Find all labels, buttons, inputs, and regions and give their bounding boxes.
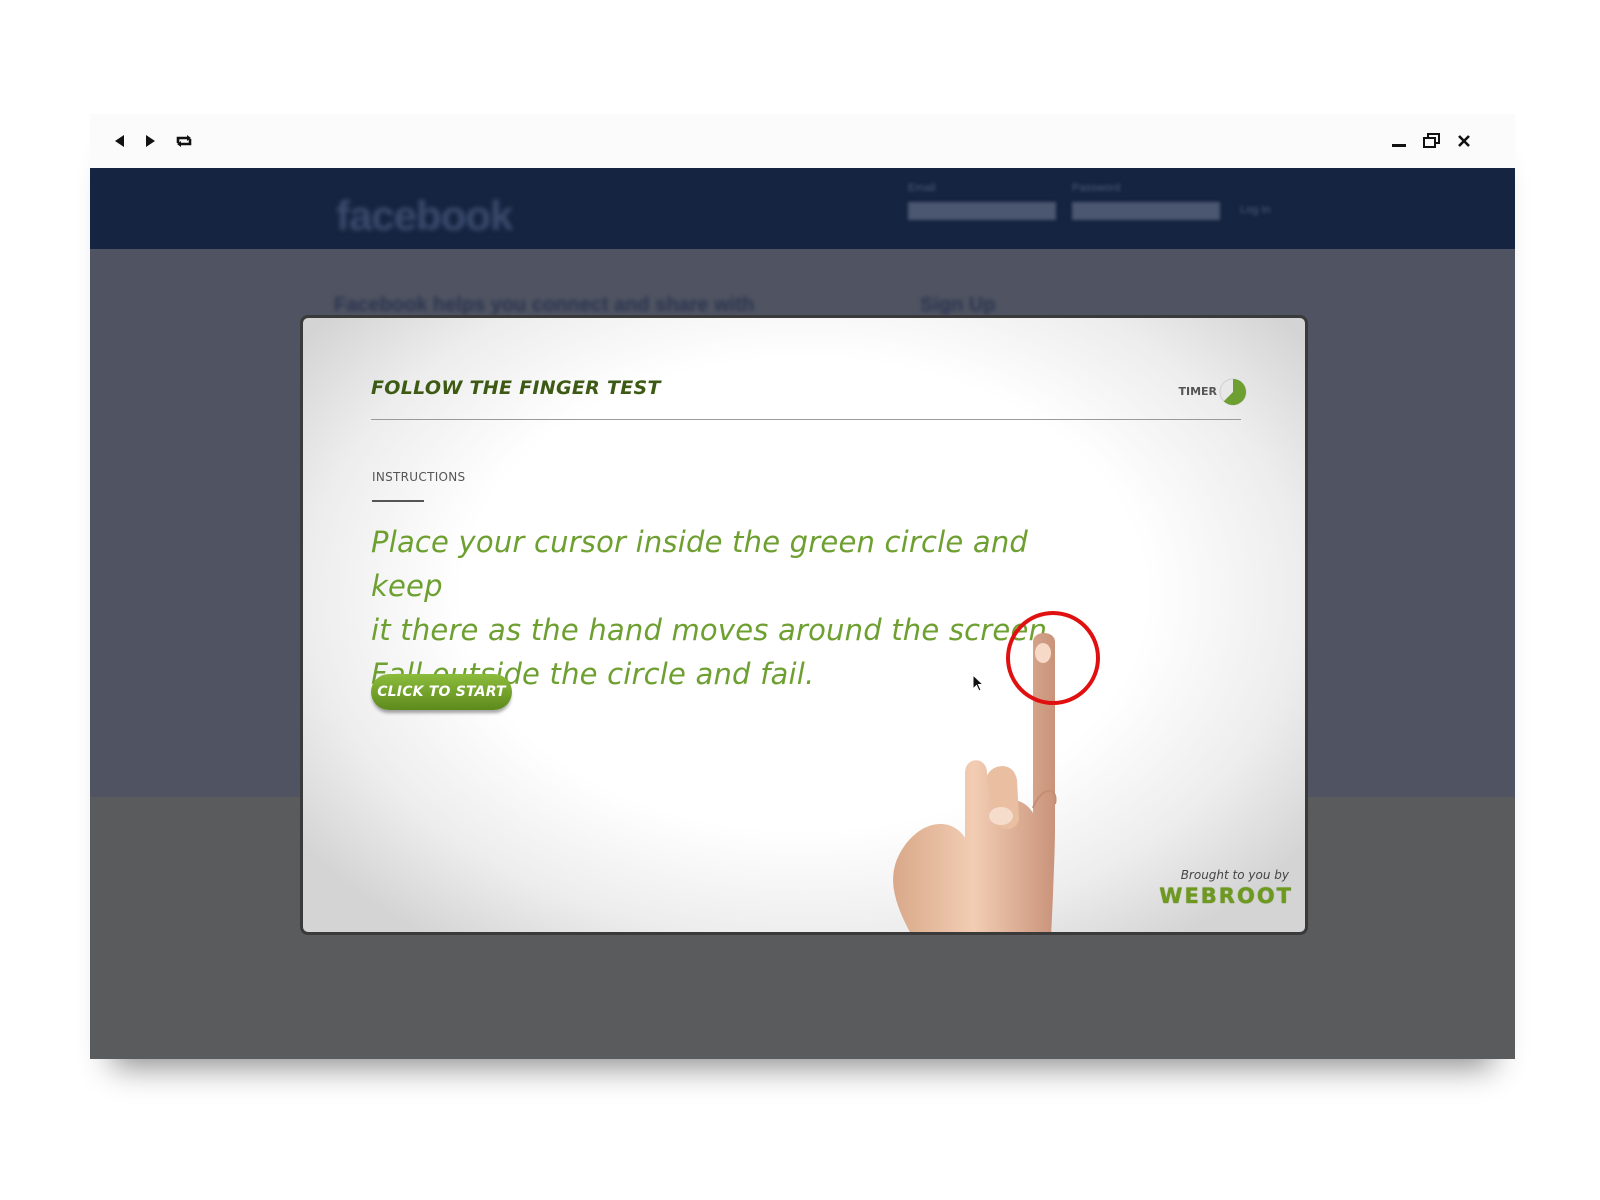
background-field1 xyxy=(908,202,1056,220)
triangle-right-icon xyxy=(146,135,155,147)
background-headline: Facebook helps you connect and share wit… xyxy=(334,294,755,316)
timer-pie-icon xyxy=(1219,378,1247,406)
instructions-label: INSTRUCTIONS xyxy=(372,470,466,484)
target-circle xyxy=(1006,611,1100,705)
mouse-cursor-icon xyxy=(972,674,985,692)
timer-label: TIMER xyxy=(1178,385,1217,398)
webroot-logo: WEBROOT xyxy=(1159,884,1293,908)
restore-button[interactable] xyxy=(1421,130,1443,152)
background-login: Log In xyxy=(1240,204,1271,216)
replay-button[interactable] xyxy=(173,130,195,152)
background-signup: Sign Up xyxy=(920,294,996,316)
background-field2-label: Password xyxy=(1072,182,1121,194)
close-icon xyxy=(1458,135,1470,147)
dialog-title: FOLLOW THE FINGER TEST xyxy=(371,377,661,399)
title-divider xyxy=(371,419,1241,420)
click-to-start-button[interactable]: CLICK TO START xyxy=(371,674,512,710)
finger-test-dialog: FOLLOW THE FINGER TEST TIMER INSTRUCTION… xyxy=(300,315,1308,935)
sponsor-caption: Brought to you by xyxy=(1180,868,1289,882)
window-toolbar xyxy=(90,114,1515,169)
instructions-underline xyxy=(372,500,424,502)
back-button[interactable] xyxy=(108,130,130,152)
restore-icon xyxy=(1423,133,1440,148)
background-field1-label: Email xyxy=(908,182,936,194)
background-field2 xyxy=(1072,202,1220,220)
triangle-left-icon xyxy=(115,135,124,147)
close-button[interactable] xyxy=(1453,130,1475,152)
loop-icon xyxy=(176,135,192,147)
instructions-line: Place your cursor inside the green circl… xyxy=(371,525,1029,603)
background-header: facebook Email Password Log In xyxy=(90,168,1515,249)
minimize-icon xyxy=(1392,144,1406,147)
minimize-button[interactable] xyxy=(1388,130,1410,152)
background-logo: facebook xyxy=(336,192,513,239)
play-button[interactable] xyxy=(140,130,162,152)
